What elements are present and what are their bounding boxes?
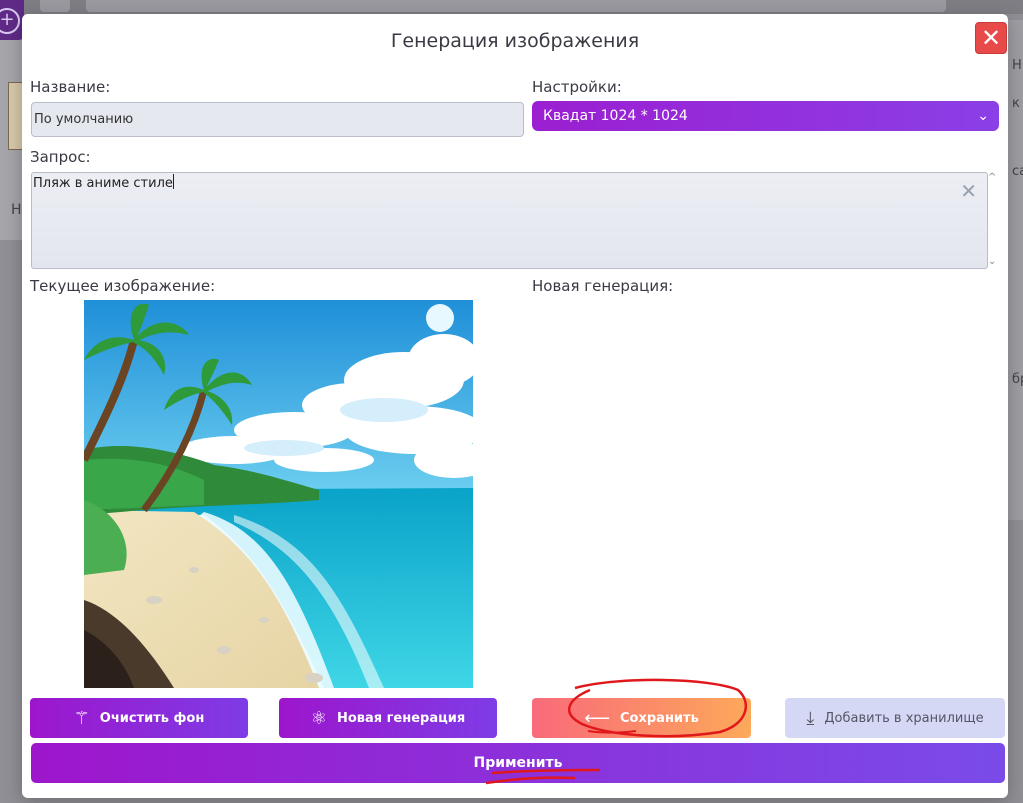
- chevron-down-icon: ⌄: [977, 108, 989, 124]
- beach-image: [84, 300, 473, 688]
- background-label: к: [1012, 96, 1020, 111]
- background-right-panel: [1008, 20, 1023, 520]
- scroll-up-icon[interactable]: ^: [988, 172, 996, 183]
- apply-button[interactable]: Применить: [31, 743, 1005, 783]
- new-generation-button[interactable]: ⚛ Новая генерация: [279, 698, 497, 738]
- arrow-left-icon: ⟵: [584, 707, 611, 729]
- save-label: Сохранить: [620, 710, 699, 726]
- name-input[interactable]: По умолчанию: [31, 102, 524, 137]
- add-to-storage-label: Добавить в хранилище: [824, 710, 984, 726]
- close-button[interactable]: ✕: [975, 22, 1007, 54]
- new-generation-label: Новая генерация:: [532, 277, 674, 295]
- settings-label: Настройки:: [532, 78, 622, 96]
- clear-icon[interactable]: ✕: [960, 179, 977, 203]
- prompt-textarea[interactable]: Пляж в аниме стиле ✕: [31, 172, 988, 269]
- new-generation-button-label: Новая генерация: [336, 710, 466, 726]
- background-label: са: [1012, 164, 1023, 179]
- download-icon: ⤓: [806, 707, 815, 729]
- prompt-label: Запрос:: [30, 148, 91, 166]
- prompt-text-wrap: Пляж в аниме стиле: [32, 173, 174, 191]
- scroll-down-icon[interactable]: ⌄: [988, 256, 996, 267]
- background-tab: [40, 0, 70, 12]
- save-button[interactable]: ⟵ Сохранить: [532, 698, 751, 738]
- current-image: [84, 300, 473, 688]
- add-button-background: +: [0, 0, 24, 40]
- plus-icon: +: [0, 8, 20, 34]
- current-image-label: Текущее изображение:: [30, 277, 216, 295]
- magic-wand-icon: ⚚: [73, 707, 90, 729]
- settings-select[interactable]: Квадат 1024 * 1024 ⌄: [532, 101, 999, 131]
- image-generation-dialog: Генерация изображения ✕ Название: По умо…: [22, 14, 1008, 798]
- background-tab: [86, 0, 946, 12]
- atom-icon: ⚛: [310, 707, 327, 729]
- settings-value: Квадат 1024 * 1024: [543, 108, 688, 124]
- background-label: Н: [11, 202, 22, 218]
- prompt-value: Пляж в аниме стиле: [33, 176, 173, 191]
- text-caret: [172, 174, 174, 189]
- clear-background-button[interactable]: ⚚ Очистить фон: [30, 698, 248, 738]
- background-label: бр: [1012, 372, 1023, 387]
- add-to-storage-button[interactable]: ⤓ Добавить в хранилище: [785, 698, 1005, 738]
- dialog-title: Генерация изображения: [390, 30, 640, 52]
- apply-label: Применить: [473, 755, 563, 771]
- clear-background-label: Очистить фон: [99, 710, 205, 726]
- name-label: Название:: [30, 78, 111, 96]
- close-icon: ✕: [980, 24, 1002, 52]
- background-label: Н: [1012, 58, 1022, 73]
